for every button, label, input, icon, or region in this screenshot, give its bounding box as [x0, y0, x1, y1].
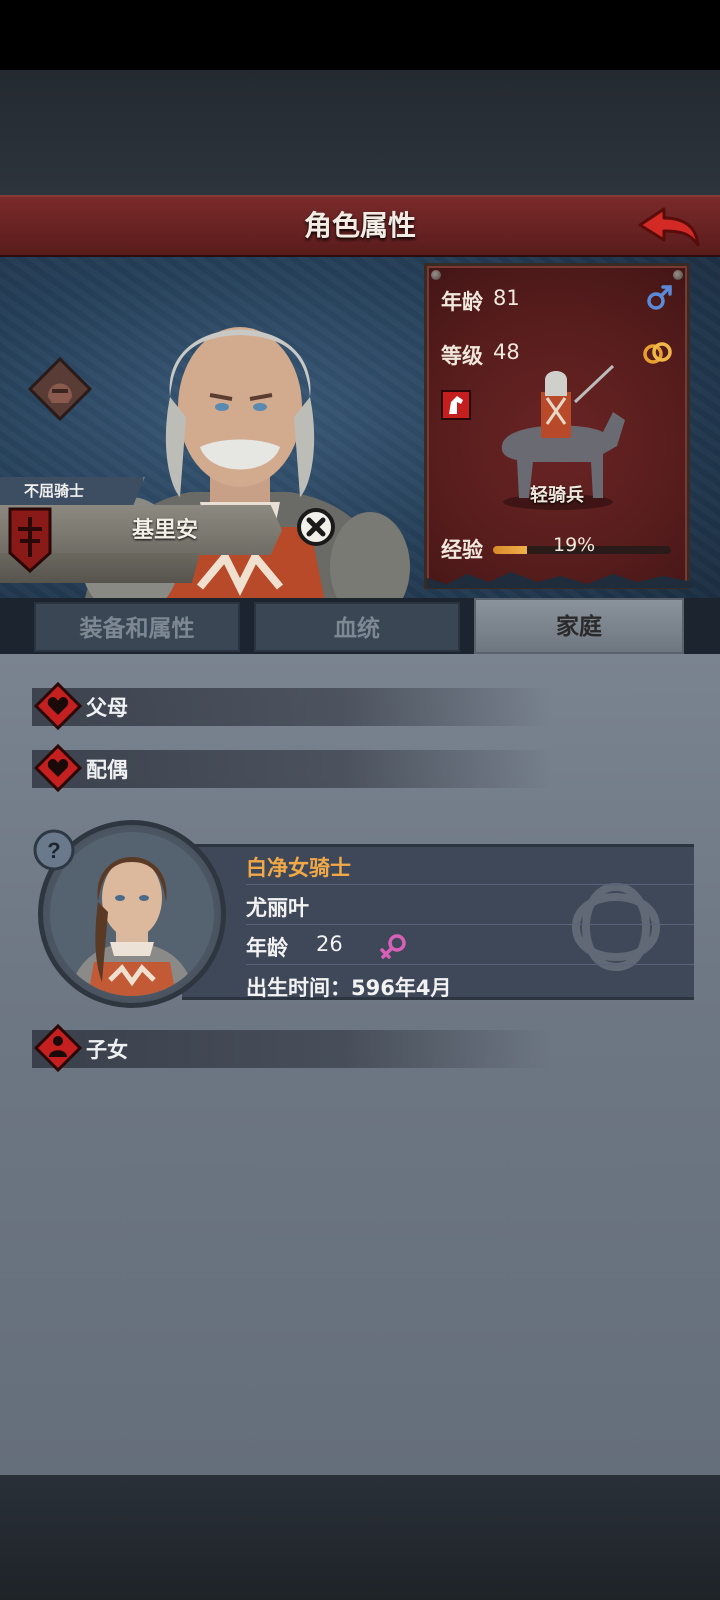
children-section[interactable]: 子女 — [32, 1024, 552, 1072]
parents-section[interactable]: 父母 — [32, 682, 552, 730]
tab-equipment[interactable]: 装备和属性 — [34, 602, 240, 652]
character-name[interactable]: 基里安 — [70, 512, 260, 544]
close-icon[interactable] — [296, 507, 336, 547]
age-label: 年龄 — [441, 290, 483, 314]
spouse-age-value: 26 — [316, 932, 343, 956]
question-mark-icon[interactable]: ? — [32, 828, 76, 872]
exp-label: 经验 — [441, 538, 483, 562]
level-label: 等级 — [441, 344, 483, 368]
spouse-section[interactable]: 配偶 — [32, 744, 552, 792]
parents-label: 父母 — [86, 696, 128, 720]
red-crest-icon — [8, 507, 52, 573]
unit-type: 轻骑兵 — [530, 485, 584, 506]
tab-bloodline[interactable]: 血统 — [254, 602, 460, 652]
level-value: 48 — [493, 340, 520, 364]
spouse-title: 白净女骑士 — [246, 856, 351, 880]
status-bar-area — [0, 0, 720, 70]
character-hero-panel: 不屈骑士 基里安 年龄 81 等级 48 轻骑兵 经验 19% — [0, 257, 720, 650]
children-label: 子女 — [86, 1038, 128, 1062]
female-symbol-icon — [380, 934, 406, 959]
heart-diamond-icon — [34, 682, 82, 730]
exp-progress-fill — [493, 546, 527, 554]
child-diamond-icon — [34, 1024, 82, 1072]
character-title: 不屈骑士 — [24, 482, 85, 500]
wedding-rings-icon[interactable] — [641, 338, 673, 368]
male-symbol-icon — [647, 285, 672, 310]
background-top — [0, 70, 720, 195]
age-value: 81 — [493, 286, 520, 310]
back-arrow-icon[interactable] — [636, 205, 702, 251]
spouse-birth-date: 出生时间：596年4月 — [246, 976, 452, 1000]
header-bar: 角色属性 — [0, 195, 720, 257]
stats-card: 年龄 81 等级 48 轻骑兵 经验 19% — [424, 263, 693, 589]
svg-text:?: ? — [47, 838, 60, 863]
heart-diamond-icon — [34, 744, 82, 792]
spouse-card[interactable]: ? 白净女骑士 尤丽叶 年龄 26 出生时间：596年4月 — [32, 820, 694, 1008]
tab-family[interactable]: 家庭 — [474, 598, 684, 654]
tab-bar: 装备和属性 血统 家庭 — [0, 598, 720, 654]
celtic-knot-ornament — [571, 882, 661, 972]
spouse-age-label: 年龄 — [246, 936, 288, 960]
background-bottom — [0, 1475, 720, 1600]
spouse-name: 尤丽叶 — [246, 896, 309, 920]
spouse-label: 配偶 — [86, 758, 128, 782]
horse-badge-icon[interactable] — [441, 390, 471, 420]
page-title: 角色属性 — [303, 209, 416, 242]
exp-percent: 19% — [553, 534, 596, 556]
